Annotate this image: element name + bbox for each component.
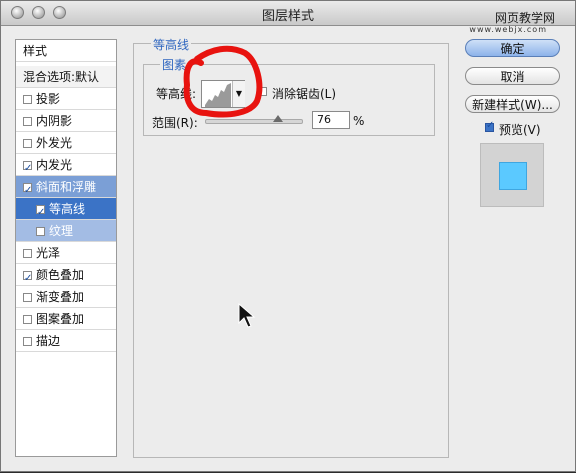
style-item-stroke[interactable]: 描边 [16,330,116,352]
anti-alias-checkbox[interactable] [258,87,267,96]
checkbox-checked-icon[interactable] [23,268,32,290]
layer-style-dialog: 图层样式 网页教学网 www.webjx.com 样式 混合选项:默认 投影 内… [0,0,576,472]
range-label: 范围(R): [152,116,198,130]
new-style-button[interactable]: 新建样式(W)... [465,95,560,113]
checkbox-icon[interactable] [36,227,45,236]
style-preview [480,143,544,207]
style-item-inner-glow[interactable]: 内发光 [16,154,116,180]
range-unit: % [353,114,365,128]
style-item-label: 纹理 [49,224,74,238]
style-item-label: 颜色叠加 [36,268,85,282]
contour-group-title: 等高线 [151,36,192,53]
style-item-label: 渐变叠加 [36,290,85,304]
style-item-texture[interactable]: 纹理 [16,220,116,242]
blend-options-item[interactable]: 混合选项:默认 [16,66,116,88]
style-item-label: 光泽 [36,246,61,260]
style-item-bevel-emboss[interactable]: 斜面和浮雕 [16,176,116,202]
style-item-outer-glow[interactable]: 外发光 [16,132,116,154]
chevron-down-icon[interactable]: ▼ [232,81,245,107]
styles-header[interactable]: 样式 [16,40,116,62]
checkbox-checked-icon[interactable] [23,180,32,202]
watermark-url: www.webjx.com [469,25,547,34]
style-item-label: 投影 [36,92,61,106]
style-item-label: 描边 [36,334,61,348]
checkbox-icon[interactable] [23,315,32,324]
style-item-label: 内阴影 [36,114,73,128]
style-item-drop-shadow[interactable]: 投影 [16,88,116,110]
anti-alias-label[interactable]: 消除锯齿(L) [272,85,336,102]
ok-button[interactable]: 确定 [465,39,560,57]
checkbox-icon[interactable] [23,139,32,148]
style-item-label: 内发光 [36,158,73,172]
checkbox-icon[interactable] [23,117,32,126]
range-slider-thumb[interactable] [272,115,283,122]
watermark-text: 网页教学网 [494,11,555,25]
elements-group-title: 图素 [160,56,189,73]
checkbox-icon[interactable] [23,293,32,302]
style-item-gradient-overlay[interactable]: 渐变叠加 [16,286,116,308]
styles-list: 样式 混合选项:默认 投影 内阴影 外发光 内发光 斜面和浮雕 等高线 纹理 光… [15,39,117,457]
checkbox-icon[interactable] [23,249,32,258]
contour-curve-icon [205,83,231,107]
style-item-label: 斜面和浮雕 [36,180,97,194]
style-item-label: 外发光 [36,136,73,150]
title-bar: 图层样式 网页教学网 [1,1,575,26]
style-item-pattern-overlay[interactable]: 图案叠加 [16,308,116,330]
range-slider-track[interactable] [205,119,303,124]
style-item-contour[interactable]: 等高线 [16,198,116,224]
style-item-satin[interactable]: 光泽 [16,242,116,264]
range-input[interactable]: 76 [312,111,350,129]
cancel-button[interactable]: 取消 [465,67,560,85]
checkbox-checked-icon[interactable] [36,202,45,224]
preview-swatch [499,162,527,190]
style-item-color-overlay[interactable]: 颜色叠加 [16,264,116,290]
contour-label: 等高线: [156,87,197,101]
preview-checkbox[interactable] [485,120,494,132]
style-item-inner-shadow[interactable]: 内阴影 [16,110,116,132]
checkbox-checked-icon[interactable] [23,158,32,180]
mouse-cursor-icon [238,303,256,328]
preview-label[interactable]: 预览(V) [499,121,541,138]
style-item-label: 等高线 [49,202,86,216]
checkbox-icon[interactable] [23,95,32,104]
style-item-label: 图案叠加 [36,312,85,326]
checkbox-icon[interactable] [23,337,32,346]
window-title: 图层样式 [261,9,314,24]
